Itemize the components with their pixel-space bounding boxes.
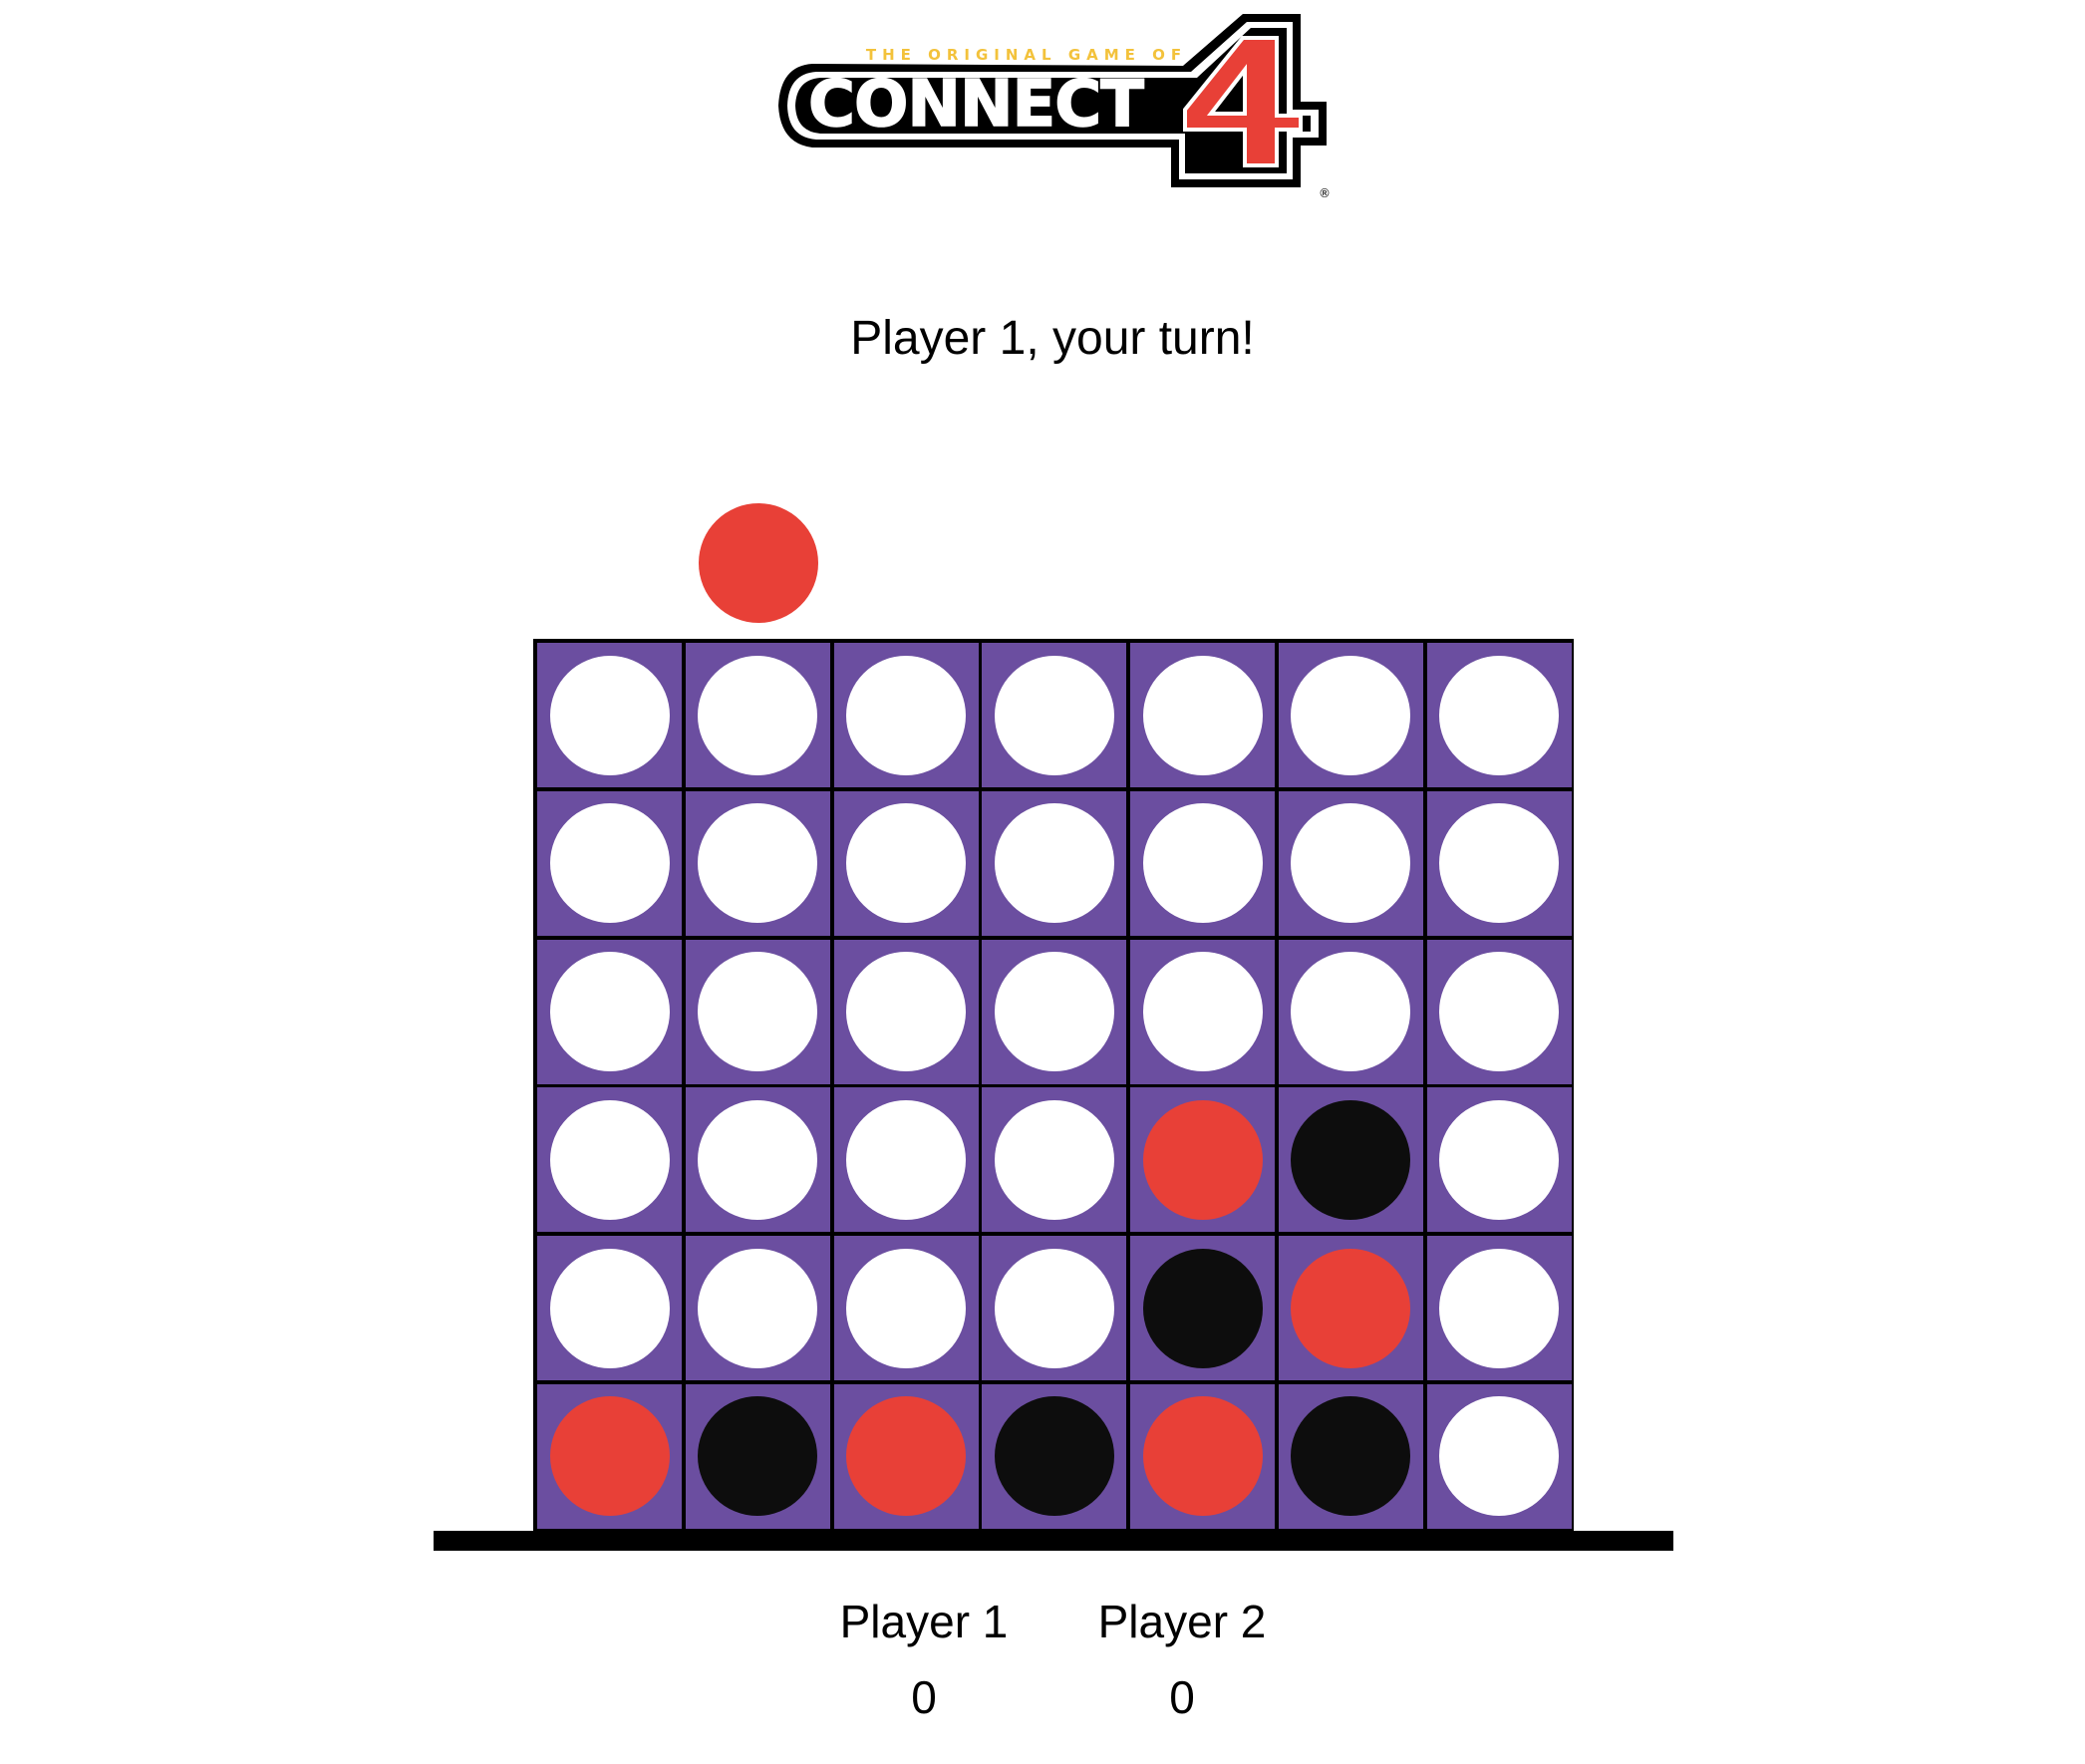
empty-slot [1291,952,1411,1072]
empty-slot [1291,655,1411,775]
board-cell[interactable] [685,1087,830,1233]
board-cell[interactable] [833,1236,979,1381]
red-disc [1142,1396,1263,1517]
board-cell[interactable] [537,643,682,787]
empty-slot [1439,1248,1560,1368]
empty-slot [698,1248,818,1368]
turn-status: Player 1, your turn! [850,312,1255,365]
empty-slot [846,1099,967,1220]
red-disc [846,1396,967,1517]
player2-score-panel: Player 2 0 [1052,1590,1312,1729]
board-cell[interactable] [982,643,1127,787]
empty-slot [994,1248,1114,1368]
board-cell[interactable] [1278,1383,1423,1529]
player1-score-panel: Player 1 0 [794,1590,1053,1729]
board-cell[interactable] [685,1236,830,1381]
board-cell[interactable] [1426,1087,1572,1233]
board-cell[interactable] [1278,643,1423,787]
board-cell[interactable] [982,1383,1127,1529]
board-cell[interactable] [1130,643,1276,787]
svg-text:CONNECT: CONNECT [808,68,1144,142]
empty-slot [549,1248,670,1368]
board-cell[interactable] [1130,1087,1276,1233]
board-cell[interactable] [1426,790,1572,936]
board-cell[interactable] [833,643,979,787]
red-disc [1291,1248,1411,1368]
empty-slot [1439,803,1560,924]
empty-slot [1439,655,1560,775]
hover-piece [699,503,818,623]
red-disc [549,1396,670,1517]
red-disc [1142,1099,1263,1220]
empty-slot [549,952,670,1072]
black-disc [1142,1248,1263,1368]
svg-text:®: ® [1319,186,1331,200]
empty-slot [846,1248,967,1368]
board-cell[interactable] [1130,939,1276,1084]
board-cell[interactable] [982,939,1127,1084]
board-cell[interactable] [833,939,979,1084]
board-cell[interactable] [537,790,682,936]
empty-slot [846,803,967,924]
player1-score: 0 [911,1671,937,1723]
empty-slot [549,803,670,924]
empty-slot [698,952,818,1072]
board-cell[interactable] [833,790,979,936]
board-cell[interactable] [1130,790,1276,936]
player2-score: 0 [1169,1671,1195,1723]
empty-slot [1142,952,1263,1072]
empty-slot [549,655,670,775]
empty-slot [994,803,1114,924]
board-cell[interactable] [982,790,1127,936]
board-cell[interactable] [685,1383,830,1529]
board-cell[interactable] [982,1236,1127,1381]
empty-slot [994,1099,1114,1220]
board-cell[interactable] [1426,1383,1572,1529]
empty-slot [1439,952,1560,1072]
empty-slot [1439,1396,1560,1517]
svg-text:THE ORIGINAL GAME OF: THE ORIGINAL GAME OF [866,46,1187,64]
board-cell[interactable] [1278,1236,1423,1381]
game-board[interactable] [533,639,1574,1536]
board-cell[interactable] [537,939,682,1084]
board-cell[interactable] [1426,1236,1572,1381]
board-cell[interactable] [685,790,830,936]
empty-slot [846,952,967,1072]
board-cell[interactable] [982,1087,1127,1233]
board-cell[interactable] [1278,1087,1423,1233]
board-cell[interactable] [685,939,830,1084]
board-cell[interactable] [1130,1236,1276,1381]
board-cell[interactable] [537,1087,682,1233]
board-base [434,1531,1673,1551]
empty-slot [994,952,1114,1072]
game-page: THE ORIGINAL GAME OF CONNECT ® Player 1,… [0,0,2085,1764]
board-cell[interactable] [685,643,830,787]
board-cell[interactable] [1278,939,1423,1084]
connect4-logo: THE ORIGINAL GAME OF CONNECT ® [772,14,1344,203]
empty-slot [994,655,1114,775]
board-cell[interactable] [1278,790,1423,936]
player2-label: Player 2 [1097,1596,1267,1647]
empty-slot [549,1099,670,1220]
board-cell[interactable] [833,1383,979,1529]
black-disc [1291,1396,1411,1517]
board-cell[interactable] [537,1236,682,1381]
black-disc [698,1396,818,1517]
empty-slot [698,803,818,924]
empty-slot [698,655,818,775]
black-disc [994,1396,1114,1517]
board-cell[interactable] [833,1087,979,1233]
board-cell[interactable] [1426,643,1572,787]
board-cell[interactable] [1426,939,1572,1084]
board-cell[interactable] [1130,1383,1276,1529]
empty-slot [1142,655,1263,775]
empty-slot [846,655,967,775]
black-disc [1291,1099,1411,1220]
empty-slot [1142,803,1263,924]
empty-slot [1439,1099,1560,1220]
empty-slot [698,1099,818,1220]
player1-label: Player 1 [839,1596,1009,1647]
board-cell[interactable] [537,1383,682,1529]
empty-slot [1291,803,1411,924]
